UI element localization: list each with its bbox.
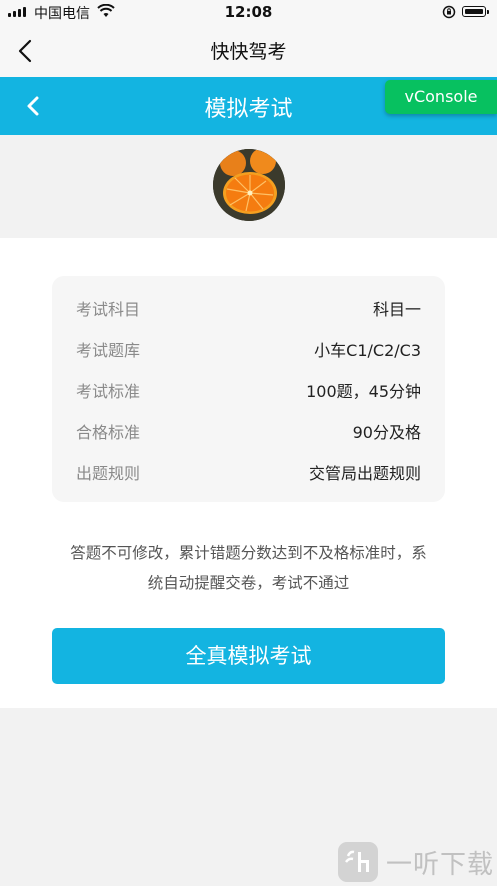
status-bar: 中国电信 12:08 (0, 0, 497, 24)
battery-icon (462, 6, 489, 17)
info-row-rules: 出题规则 交管局出题规则 (76, 460, 421, 484)
orange-image (213, 149, 285, 221)
exam-info-card: 考试科目 科目一 考试题库 小车C1/C2/C3 考试标准 100题，45分钟 … (52, 276, 445, 502)
info-value: 100题，45分钟 (306, 382, 421, 401)
info-row-pass-standard: 合格标准 90分及格 (76, 419, 421, 443)
info-value: 小车C1/C2/C3 (314, 341, 421, 360)
info-label: 出题规则 (76, 464, 141, 483)
exam-content: 考试科目 科目一 考试题库 小车C1/C2/C3 考试标准 100题，45分钟 … (0, 238, 497, 708)
info-row-question-bank: 考试题库 小车C1/C2/C3 (76, 337, 421, 361)
info-value: 90分及格 (352, 423, 421, 442)
notice-line: 统自动提醒交卷，考试不通过 (147, 574, 350, 592)
info-label: 考试科目 (76, 300, 141, 319)
info-value: 科目一 (372, 300, 421, 319)
rotation-lock-icon (442, 5, 456, 19)
app-header: 快快驾考 (0, 24, 497, 77)
watermark-text: 一听下载 (386, 850, 495, 880)
info-label: 考试题库 (76, 341, 141, 360)
status-time: 12:08 (224, 3, 273, 21)
watermark: 一听下载 (338, 838, 497, 883)
avatar (213, 149, 285, 221)
info-row-standard: 考试标准 100题，45分钟 (76, 378, 421, 402)
info-value: 交管局出题规则 (308, 464, 421, 483)
info-label: 合格标准 (76, 423, 141, 442)
info-label: 考试标准 (76, 382, 141, 401)
notice-line: 答题不可修改，累计错题分数达到不及格标准时，系 (70, 544, 427, 562)
start-exam-button[interactable]: 全真模拟考试 (52, 628, 445, 684)
exam-notice: 答题不可修改，累计错题分数达到不及格标准时，系 统自动提醒交卷，考试不通过 (40, 538, 457, 598)
app-title: 快快驾考 (210, 41, 287, 63)
info-row-subject: 考试科目 科目一 (76, 296, 421, 320)
vconsole-button[interactable]: vConsole (385, 80, 497, 114)
watermark-logo-icon (338, 842, 378, 882)
